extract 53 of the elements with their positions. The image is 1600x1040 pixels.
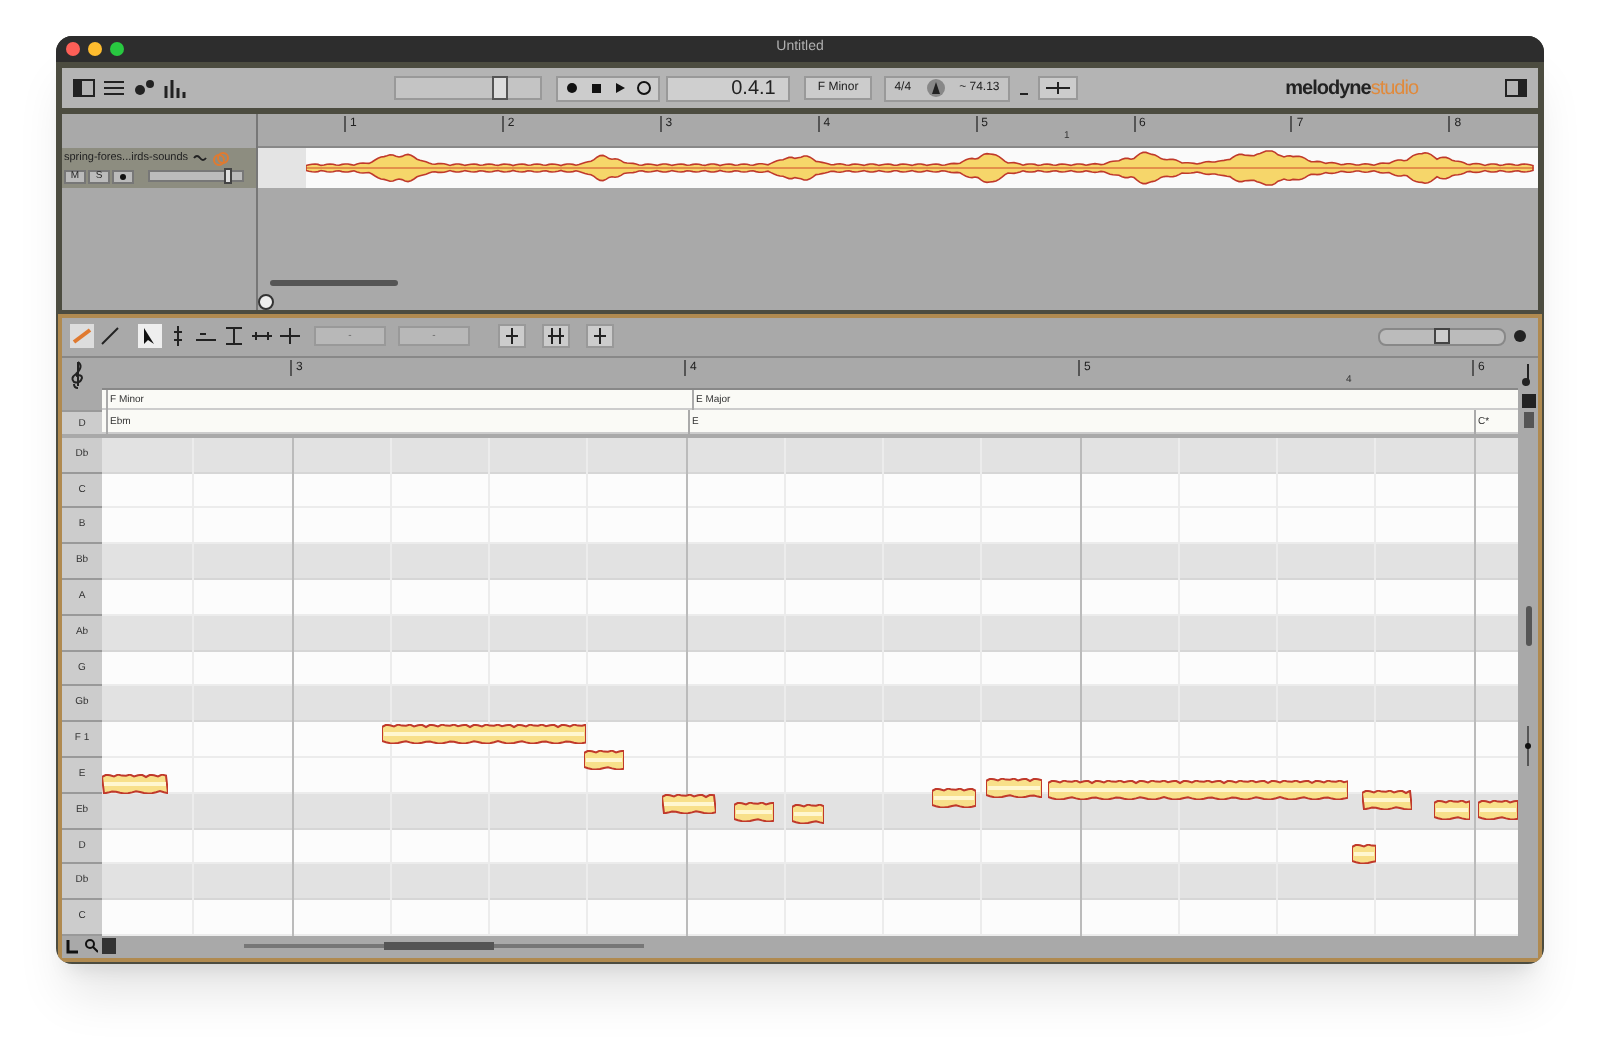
note-blob[interactable] <box>102 773 168 794</box>
quantize-icon[interactable] <box>542 324 570 349</box>
note-blob[interactable] <box>1434 799 1470 820</box>
note-blob[interactable] <box>662 793 716 814</box>
close-button[interactable] <box>66 42 80 57</box>
note-blob[interactable] <box>1478 799 1518 820</box>
nodes-icon[interactable] <box>132 76 156 101</box>
grid-icon[interactable] <box>1521 393 1535 408</box>
list-icon[interactable] <box>102 76 126 101</box>
center-pitch-icon[interactable] <box>498 324 526 349</box>
note-blob[interactable] <box>382 723 586 744</box>
slider-thumb[interactable] <box>491 76 508 101</box>
magnifier-icon[interactable] <box>84 938 98 955</box>
logo-brand: melodyne <box>1285 75 1371 104</box>
record-arm-icon[interactable] <box>112 169 134 184</box>
note-blob[interactable] <box>1048 779 1348 800</box>
note-blob[interactable] <box>1352 843 1376 864</box>
minimize-button[interactable] <box>88 42 102 57</box>
histogram-icon[interactable] <box>162 76 186 101</box>
sidebar-icon[interactable] <box>72 76 96 101</box>
note-blob[interactable] <box>584 749 624 770</box>
record-icon[interactable] <box>561 78 582 99</box>
split-tool-icon[interactable] <box>278 324 302 349</box>
align-icon[interactable] <box>586 324 614 349</box>
settings-icon[interactable] <box>1510 326 1530 347</box>
zoom-slider-icon[interactable] <box>1522 726 1534 767</box>
tempo-detect-icon[interactable] <box>1037 76 1078 101</box>
panel-icon[interactable] <box>1504 76 1529 101</box>
metronome-icon[interactable] <box>925 78 946 99</box>
note-blob[interactable] <box>932 787 976 808</box>
amplitude-tool-icon[interactable] <box>222 324 246 349</box>
pointer-icon[interactable] <box>66 938 80 955</box>
note-blob[interactable] <box>734 801 774 822</box>
note-blob[interactable] <box>1362 789 1412 810</box>
position-display: 0.4.1 <box>665 75 790 102</box>
loop-icon[interactable] <box>633 78 654 99</box>
scrollbar[interactable] <box>1525 606 1531 647</box>
fit-icon[interactable] <box>258 293 274 310</box>
tilde-icon[interactable] <box>192 150 209 167</box>
volume-slider[interactable] <box>148 170 244 183</box>
pitch-curve-icon[interactable] <box>98 324 122 349</box>
pointer-icon[interactable] <box>138 324 162 349</box>
note-blob[interactable] <box>792 803 824 824</box>
zoom-selector[interactable] <box>1378 327 1506 346</box>
volume-thumb[interactable] <box>223 168 232 185</box>
scrub-slider[interactable] <box>393 76 542 101</box>
lane-start-block <box>258 147 306 188</box>
note-blob[interactable] <box>986 777 1042 798</box>
lock-icon[interactable] <box>1523 411 1533 428</box>
logo-edition: studio <box>1370 75 1419 104</box>
piano-icon[interactable] <box>102 938 116 955</box>
scrollbar[interactable] <box>270 279 398 286</box>
maximize-button[interactable] <box>110 42 124 57</box>
